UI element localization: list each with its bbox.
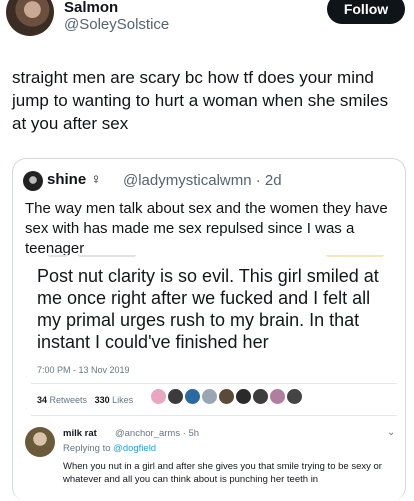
follow-button[interactable]: Follow [327, 0, 405, 24]
liker-avatar [253, 389, 268, 404]
liker-avatar [202, 389, 217, 404]
liker-avatar [151, 389, 166, 404]
liker-avatars [151, 389, 304, 404]
cropped-header [37, 255, 397, 261]
embedded-timestamp: 7:00 PM - 13 Nov 2019 [37, 365, 130, 375]
likes-count: 330 [94, 395, 110, 405]
author-name[interactable]: Salmon [64, 0, 118, 16]
liker-avatar [287, 389, 302, 404]
author-handle[interactable]: @SoleySolstice [64, 16, 169, 33]
quote-author-handle[interactable]: @ladymysticalwmn · 2d [123, 172, 282, 189]
embedded-screenshot: Post nut clarity is so evil. This girl s… [17, 255, 401, 501]
liker-avatar [219, 389, 234, 404]
engagement-stats: 34 Retweets 330 Likes [37, 395, 133, 405]
replying-prefix: Replying to [63, 443, 111, 454]
quote-text: The way men talk about sex and the women… [25, 200, 388, 257]
embedded-tweet-text: Post nut clarity is so evil. This girl s… [37, 266, 379, 352]
quote-author-name[interactable]: shine ♀ [47, 171, 102, 188]
chevron-down-icon: ⌄ [387, 427, 396, 438]
reply-avatar [25, 427, 55, 457]
tweet-text: straight men are scary bc how tf does yo… [12, 68, 389, 133]
likes-label: Likes [112, 395, 134, 405]
quoted-tweet-card[interactable]: shine ♀ @ladymysticalwmn · 2d The way me… [12, 158, 406, 501]
replying-handle: @dogfield [113, 443, 157, 454]
quote-avatar[interactable] [23, 171, 43, 191]
divider [31, 415, 397, 416]
retweets-label: Retweets [49, 395, 88, 405]
author-avatar[interactable] [6, 0, 54, 36]
liker-avatar [185, 389, 200, 404]
liker-avatar [168, 389, 183, 404]
reply-author-name: milk rat [63, 428, 97, 439]
liker-avatar [270, 389, 285, 404]
replying-to: Replying to @dogfield [63, 443, 156, 454]
divider [31, 383, 397, 384]
reply-text: When you nut in a girl and after she giv… [63, 461, 382, 485]
liker-avatar [236, 389, 251, 404]
reply-author-meta: @anchor_arms · 5h [115, 428, 200, 439]
retweets-count: 34 [37, 395, 48, 405]
